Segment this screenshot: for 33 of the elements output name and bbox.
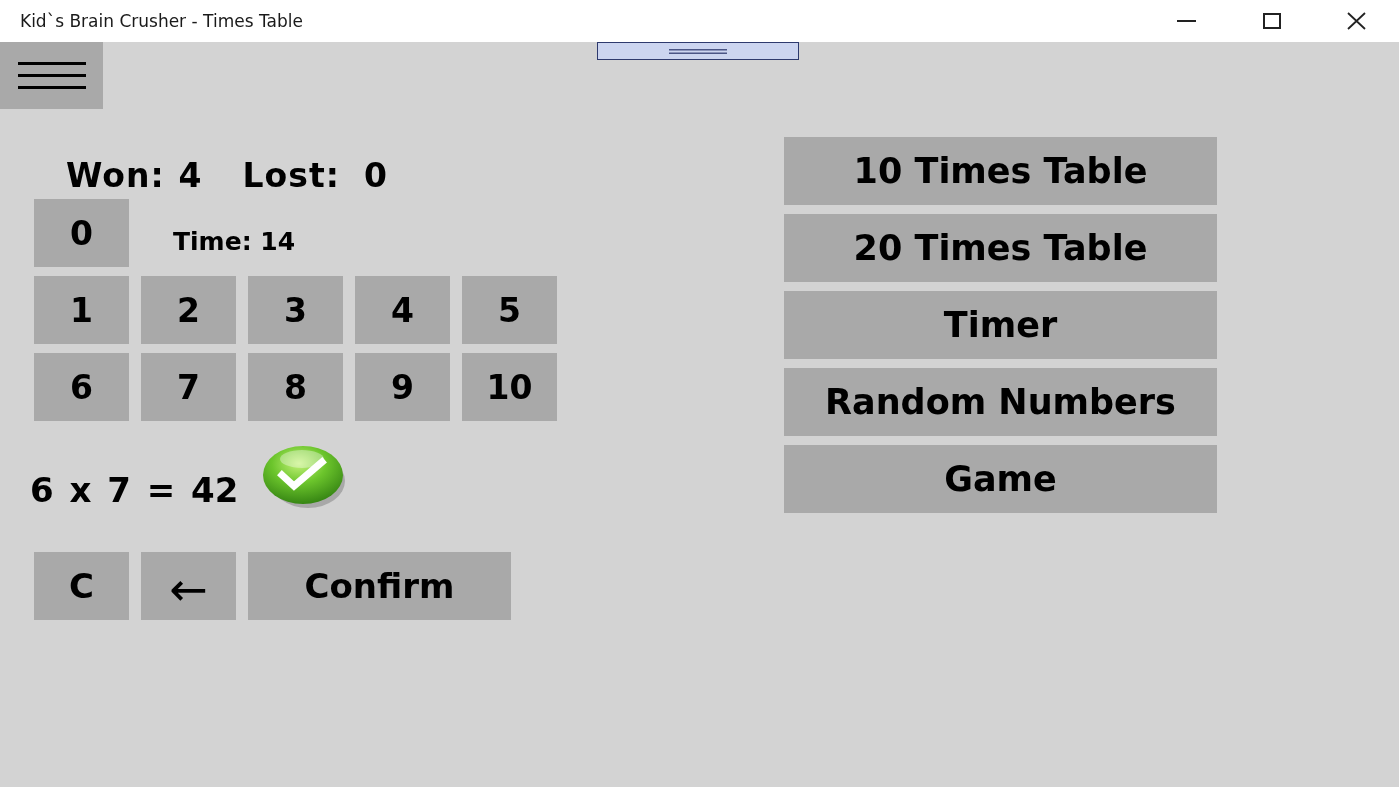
won-count: 4 bbox=[178, 155, 203, 195]
equation-text: 6 x 7 = 42 bbox=[30, 468, 239, 510]
number-key[interactable]: 5 bbox=[462, 276, 557, 344]
mode-button[interactable]: Game bbox=[784, 445, 1217, 513]
number-key[interactable]: 1 bbox=[34, 276, 129, 344]
window-title: Kid`s Brain Crusher - Times Table bbox=[20, 11, 303, 31]
number-key[interactable]: 9 bbox=[355, 353, 450, 421]
maximize-icon bbox=[1262, 13, 1281, 29]
mode-button[interactable]: Timer bbox=[784, 291, 1217, 359]
number-key[interactable]: 10 bbox=[462, 353, 557, 421]
backspace-button[interactable]: ← bbox=[141, 552, 236, 620]
minimize-icon bbox=[1177, 20, 1196, 22]
menu-button[interactable] bbox=[0, 42, 103, 109]
mode-button[interactable]: 20 Times Table bbox=[784, 214, 1217, 282]
close-icon bbox=[1347, 12, 1366, 30]
menu-icon bbox=[17, 62, 86, 89]
lost-count: 0 bbox=[363, 155, 388, 195]
mode-button[interactable]: Random Numbers bbox=[784, 368, 1217, 436]
lost-label: Lost: bbox=[242, 155, 340, 195]
won-label: Won: bbox=[66, 155, 165, 195]
number-key[interactable]: 7 bbox=[141, 353, 236, 421]
timer-text: Time: 14 bbox=[173, 225, 296, 256]
number-key[interactable]: 8 bbox=[248, 353, 343, 421]
number-key[interactable]: 6 bbox=[34, 353, 129, 421]
mode-button[interactable]: 10 Times Table bbox=[784, 137, 1217, 205]
number-key[interactable]: 3 bbox=[248, 276, 343, 344]
clear-button[interactable]: C bbox=[34, 552, 129, 620]
grip-icon bbox=[669, 48, 727, 54]
confirm-button[interactable]: Confirm bbox=[248, 552, 511, 620]
number-key[interactable]: 4 bbox=[355, 276, 450, 344]
drag-handle[interactable] bbox=[597, 42, 799, 60]
number-key[interactable]: 2 bbox=[141, 276, 236, 344]
number-key[interactable]: 0 bbox=[34, 199, 129, 267]
